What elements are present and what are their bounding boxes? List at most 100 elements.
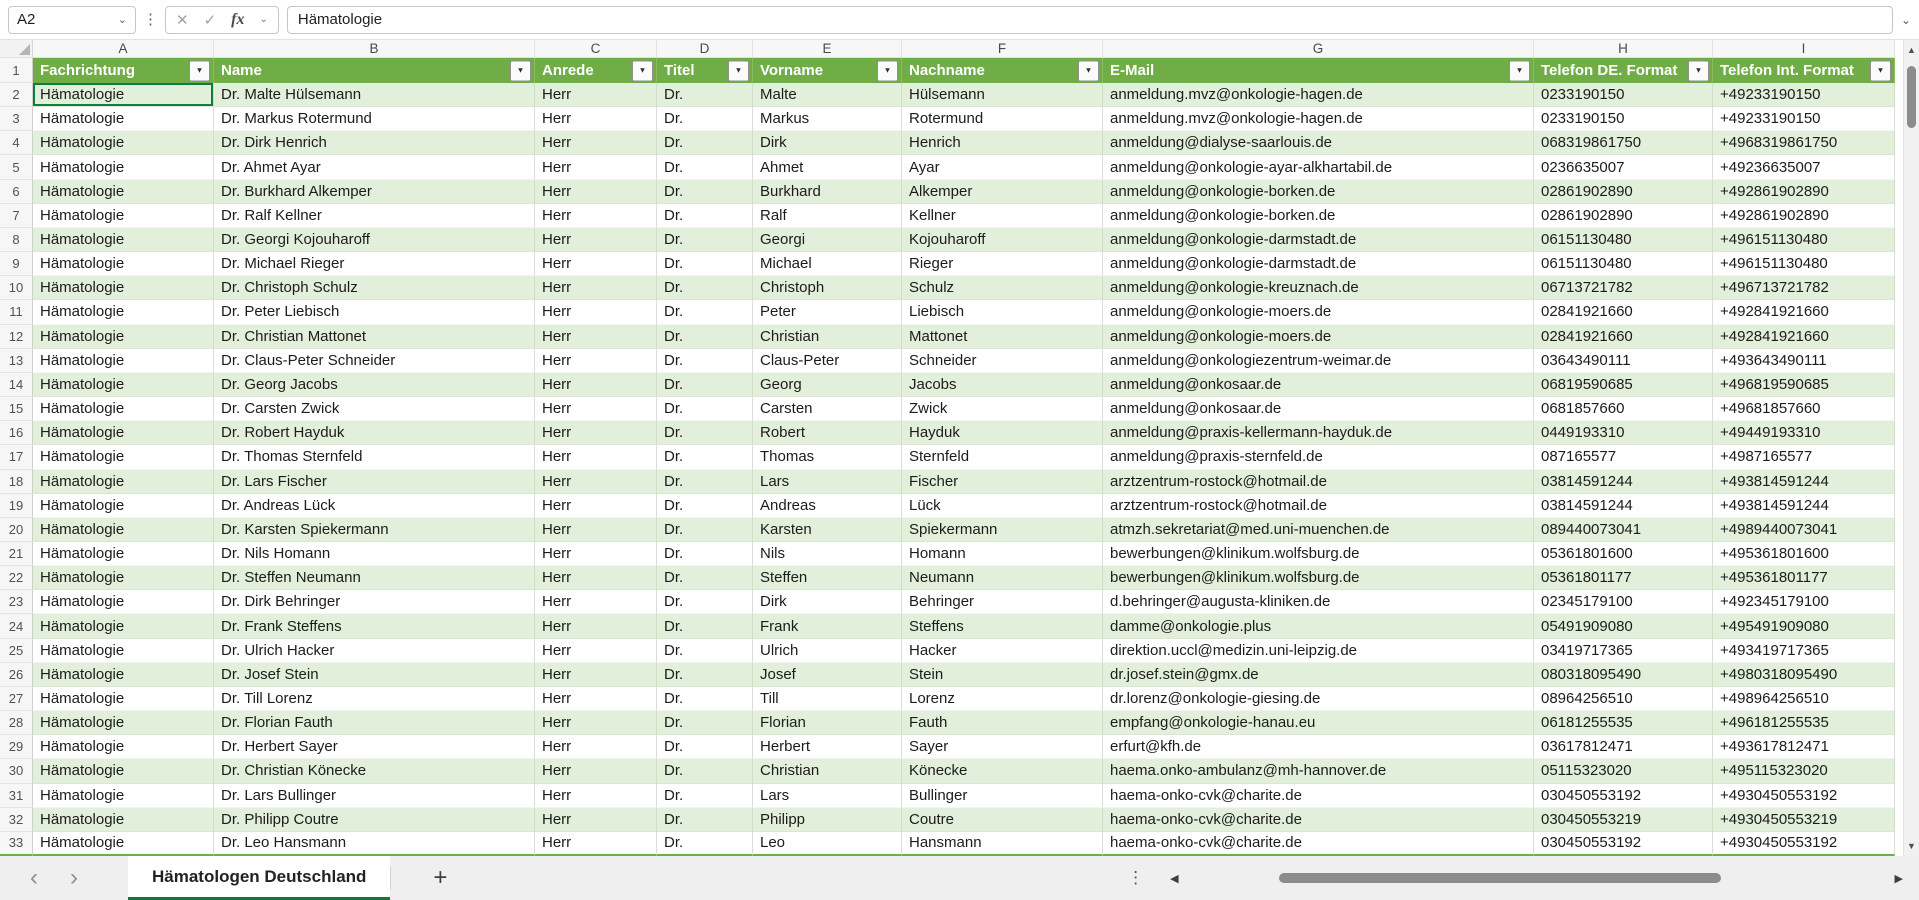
cell-G23[interactable]: d.behringer@augusta-kliniken.de [1103,590,1534,614]
cell-E25[interactable]: Ulrich [753,639,902,663]
cell-I14[interactable]: +496819590685 [1713,373,1895,397]
row-header-19[interactable]: 19 [0,494,33,518]
row-header-7[interactable]: 7 [0,204,33,228]
cell-D11[interactable]: Dr. [657,300,753,324]
cell-C11[interactable]: Herr [535,300,657,324]
cell-D3[interactable]: Dr. [657,107,753,131]
cell-H24[interactable]: 05491909080 [1534,614,1713,638]
cell-E7[interactable]: Ralf [753,204,902,228]
cell-G33[interactable]: haema-onko-cvk@charite.de [1103,832,1534,856]
cell-G4[interactable]: anmeldung@dialyse-saarlouis.de [1103,131,1534,155]
cell-G19[interactable]: arztzentrum-rostock@hotmail.de [1103,494,1534,518]
row-header-12[interactable]: 12 [0,325,33,349]
cell-F3[interactable]: Rotermund [902,107,1103,131]
cell-I32[interactable]: +4930450553219 [1713,808,1895,832]
table-header-anrede[interactable]: Anrede▾ [535,58,657,83]
cell-G25[interactable]: direktion.uccl@medizin.uni-leipzig.de [1103,639,1534,663]
cell-G12[interactable]: anmeldung@onkologie-moers.de [1103,325,1534,349]
cell-G30[interactable]: haema.onko-ambulanz@mh-hannover.de [1103,759,1534,783]
cell-G29[interactable]: erfurt@kfh.de [1103,735,1534,759]
cell-F22[interactable]: Neumann [902,566,1103,590]
column-header-B[interactable]: B [214,40,535,57]
cell-F32[interactable]: Coutre [902,808,1103,832]
select-all-corner[interactable] [0,40,33,57]
cell-G15[interactable]: anmeldung@onkosaar.de [1103,397,1534,421]
cell-I23[interactable]: +492345179100 [1713,590,1895,614]
cell-G10[interactable]: anmeldung@onkologie-kreuznach.de [1103,276,1534,300]
filter-button-D[interactable]: ▾ [728,60,749,81]
filter-button-E[interactable]: ▾ [877,60,898,81]
cell-E26[interactable]: Josef [753,663,902,687]
cell-B12[interactable]: Dr. Christian Mattonet [214,325,535,349]
cell-F29[interactable]: Sayer [902,735,1103,759]
cell-D10[interactable]: Dr. [657,276,753,300]
row-header-5[interactable]: 5 [0,155,33,179]
cell-A3[interactable]: Hämatologie [33,107,214,131]
cell-A8[interactable]: Hämatologie [33,228,214,252]
cell-H32[interactable]: 030450553219 [1534,808,1713,832]
cell-C29[interactable]: Herr [535,735,657,759]
function-chevron-icon[interactable]: ⌄ [259,14,267,25]
cell-E13[interactable]: Claus-Peter [753,349,902,373]
cell-B23[interactable]: Dr. Dirk Behringer [214,590,535,614]
cell-B5[interactable]: Dr. Ahmet Ayar [214,155,535,179]
cell-A32[interactable]: Hämatologie [33,808,214,832]
cell-H14[interactable]: 06819590685 [1534,373,1713,397]
cell-I18[interactable]: +493814591244 [1713,470,1895,494]
insert-function-icon[interactable]: fx [231,11,244,29]
cell-F31[interactable]: Bullinger [902,784,1103,808]
cell-B31[interactable]: Dr. Lars Bullinger [214,784,535,808]
cell-C32[interactable]: Herr [535,808,657,832]
sheet-tab-haematologen-deutschland[interactable]: Hämatologen Deutschland [128,856,390,900]
cell-D25[interactable]: Dr. [657,639,753,663]
cell-A19[interactable]: Hämatologie [33,494,214,518]
cell-D15[interactable]: Dr. [657,397,753,421]
cell-I28[interactable]: +496181255535 [1713,711,1895,735]
cell-A14[interactable]: Hämatologie [33,373,214,397]
cell-D26[interactable]: Dr. [657,663,753,687]
cell-I3[interactable]: +49233190150 [1713,107,1895,131]
cell-G11[interactable]: anmeldung@onkologie-moers.de [1103,300,1534,324]
cell-G13[interactable]: anmeldung@onkologiezentrum-weimar.de [1103,349,1534,373]
cell-E28[interactable]: Florian [753,711,902,735]
column-header-F[interactable]: F [902,40,1103,57]
row-header-14[interactable]: 14 [0,373,33,397]
cell-H17[interactable]: 087165577 [1534,445,1713,469]
cell-I17[interactable]: +4987165577 [1713,445,1895,469]
cell-B16[interactable]: Dr. Robert Hayduk [214,421,535,445]
cell-H9[interactable]: 06151130480 [1534,252,1713,276]
row-header-26[interactable]: 26 [0,663,33,687]
row-header-16[interactable]: 16 [0,421,33,445]
cell-E19[interactable]: Andreas [753,494,902,518]
row-header-28[interactable]: 28 [0,711,33,735]
cell-E12[interactable]: Christian [753,325,902,349]
cell-E11[interactable]: Peter [753,300,902,324]
row-header-31[interactable]: 31 [0,784,33,808]
cell-E10[interactable]: Christoph [753,276,902,300]
cell-B20[interactable]: Dr. Karsten Spiekermann [214,518,535,542]
cell-B10[interactable]: Dr. Christoph Schulz [214,276,535,300]
cell-I19[interactable]: +493814591244 [1713,494,1895,518]
row-header-3[interactable]: 3 [0,107,33,131]
row-header-25[interactable]: 25 [0,639,33,663]
table-header-telefon-int-format[interactable]: Telefon Int. Format▾ [1713,58,1895,83]
cell-F28[interactable]: Fauth [902,711,1103,735]
cell-C27[interactable]: Herr [535,687,657,711]
cell-B6[interactable]: Dr. Burkhard Alkemper [214,180,535,204]
cell-E4[interactable]: Dirk [753,131,902,155]
cell-H10[interactable]: 06713721782 [1534,276,1713,300]
horizontal-scrollbar-thumb[interactable] [1279,873,1721,883]
cell-C17[interactable]: Herr [535,445,657,469]
cell-A16[interactable]: Hämatologie [33,421,214,445]
horizontal-scrollbar[interactable] [1187,870,1887,886]
cell-F27[interactable]: Lorenz [902,687,1103,711]
cell-D17[interactable]: Dr. [657,445,753,469]
cell-G31[interactable]: haema-onko-cvk@charite.de [1103,784,1534,808]
cell-D8[interactable]: Dr. [657,228,753,252]
row-header-22[interactable]: 22 [0,566,33,590]
cell-A4[interactable]: Hämatologie [33,131,214,155]
table-header-nachname[interactable]: Nachname▾ [902,58,1103,83]
cell-B28[interactable]: Dr. Florian Fauth [214,711,535,735]
cell-F23[interactable]: Behringer [902,590,1103,614]
cell-A5[interactable]: Hämatologie [33,155,214,179]
